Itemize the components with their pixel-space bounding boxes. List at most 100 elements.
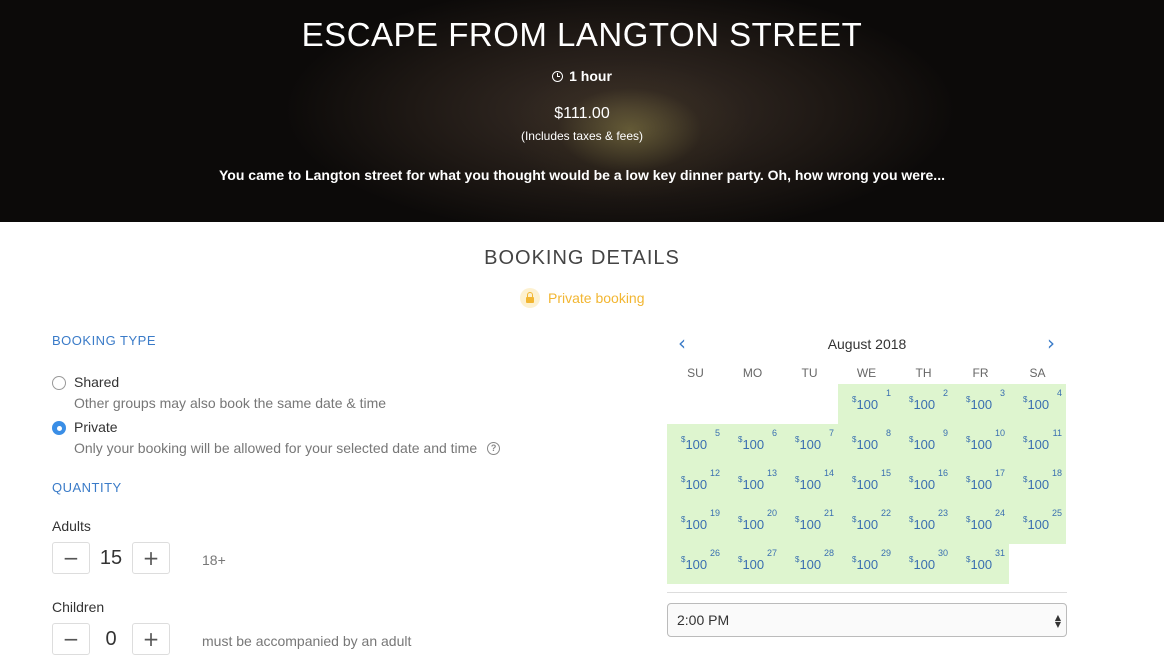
day-price: $100 [1023,395,1050,412]
adults-label: Adults [52,518,91,534]
calendar-day[interactable]: 25 $100 [1009,504,1066,544]
children-label: Children [52,599,105,615]
date-calendar: ‹ August 2018 › SU MO TU WE TH FR SA 1 $100 2 $10… [667,330,1067,584]
price-currency-symbol: $ [738,515,743,524]
day-price: $100 [966,555,993,572]
calendar-day[interactable]: 24 $100 [952,504,1009,544]
price-currency-symbol: $ [738,435,743,444]
calendar-day[interactable]: 11 $100 [1009,424,1066,464]
price-currency-symbol: $ [909,555,914,564]
calendar-day[interactable]: 30 $100 [895,544,952,584]
day-number: 11 [1052,428,1062,438]
calendar-day[interactable]: 22 $100 [838,504,895,544]
weekday-header: SU MO TU WE TH FR SA [667,366,1067,384]
help-icon[interactable]: ? [487,441,501,455]
day-number: 13 [766,468,777,478]
adults-decrement-button[interactable]: − [52,542,90,574]
calendar-day[interactable]: 5 $100 [667,424,724,464]
price-currency-symbol: $ [738,475,743,484]
price-currency-symbol: $ [1023,395,1028,404]
calendar-day[interactable]: 16 $100 [895,464,952,504]
calendar-day[interactable]: 13 $100 [724,464,781,504]
day-number: 22 [880,508,891,518]
calendar-day[interactable]: 19 $100 [667,504,724,544]
calendar-header: ‹ August 2018 › [667,330,1067,358]
calendar-day[interactable]: 20 $100 [724,504,781,544]
day-number: 7 [828,428,834,438]
children-increment-button[interactable]: + [132,623,170,655]
price-currency-symbol: $ [681,435,686,444]
calendar-day[interactable]: 9 $100 [895,424,952,464]
booking-type-private[interactable]: Private Only your booking will be allowe… [52,419,501,456]
next-month-icon[interactable]: › [1047,333,1061,353]
children-stepper[interactable]: − 0 + [52,623,170,655]
booking-type-heading: BOOKING TYPE [52,333,157,348]
shared-radio[interactable] [52,376,66,390]
calendar-day[interactable]: 6 $100 [724,424,781,464]
price: $111.00 [554,105,610,122]
clock-icon [552,70,564,82]
day-number: 15 [880,468,891,478]
adults-stepper[interactable]: − 15 + [52,542,170,574]
price-currency-symbol: $ [1023,435,1028,444]
children-decrement-button[interactable]: − [52,623,90,655]
price-currency-symbol: $ [795,435,800,444]
price-currency-symbol: $ [909,395,914,404]
private-booking-label: Private booking [548,290,645,306]
calendar-day[interactable]: 8 $100 [838,424,895,464]
adults-increment-button[interactable]: + [132,542,170,574]
calendar-day[interactable]: 23 $100 [895,504,952,544]
calendar-empty-cell [667,384,724,424]
calendar-day[interactable]: 7 $100 [781,424,838,464]
day-price: $100 [852,475,879,492]
booking-type-shared[interactable]: Shared Other groups may also book the sa… [52,374,386,411]
calendar-day[interactable]: 3 $100 [952,384,1009,424]
shared-label: Shared [74,374,120,390]
time-select[interactable]: 2:00 PM ▲ ▼ [667,603,1067,637]
day-number: 2 [942,388,948,398]
calendar-day[interactable]: 1 $100 [838,384,895,424]
experience-title: ESCAPE FROM LANGTON STREET [301,16,863,53]
calendar-day[interactable]: 29 $100 [838,544,895,584]
calendar-day[interactable]: 21 $100 [781,504,838,544]
private-label: Private [74,419,118,435]
calendar-grid: 1 $100 2 $100 3 $100 4 $100 5 $100 6 $100 7 $100 8 $100… [667,384,1067,584]
calendar-day[interactable]: 28 $100 [781,544,838,584]
day-price: $100 [795,435,822,452]
day-price: $100 [909,515,936,532]
calendar-day[interactable]: 26 $100 [667,544,724,584]
calendar-day[interactable]: 14 $100 [781,464,838,504]
price-currency-symbol: $ [909,515,914,524]
time-select-value: 2:00 PM [677,612,730,628]
day-number: 8 [885,428,891,438]
quantity-heading: QUANTITY [52,480,122,495]
day-number: 10 [994,428,1005,438]
price-currency-symbol: $ [852,515,857,524]
weekday-label: TH [915,366,932,380]
day-number: 18 [1051,468,1062,478]
calendar-day[interactable]: 2 $100 [895,384,952,424]
calendar-day[interactable]: 17 $100 [952,464,1009,504]
price-currency-symbol: $ [795,515,800,524]
day-price: $100 [681,555,708,572]
price-currency-symbol: $ [966,515,971,524]
price-currency-symbol: $ [966,435,971,444]
calendar-day[interactable]: 4 $100 [1009,384,1066,424]
day-number: 29 [880,548,891,558]
calendar-day[interactable]: 15 $100 [838,464,895,504]
calendar-day[interactable]: 10 $100 [952,424,1009,464]
day-price: $100 [852,515,879,532]
day-price: $100 [1023,475,1050,492]
calendar-day[interactable]: 18 $100 [1009,464,1066,504]
private-radio[interactable] [52,421,66,435]
day-number: 17 [994,468,1005,478]
weekday-label: TU [801,366,818,380]
day-price: $100 [909,395,936,412]
calendar-day[interactable]: 27 $100 [724,544,781,584]
calendar-day[interactable]: 12 $100 [667,464,724,504]
calendar-empty-cell [781,384,838,424]
shared-description-text: Other groups may also book the same date… [74,395,387,411]
day-price: $100 [966,475,993,492]
calendar-day[interactable]: 31 $100 [952,544,1009,584]
day-price: $100 [852,555,879,572]
